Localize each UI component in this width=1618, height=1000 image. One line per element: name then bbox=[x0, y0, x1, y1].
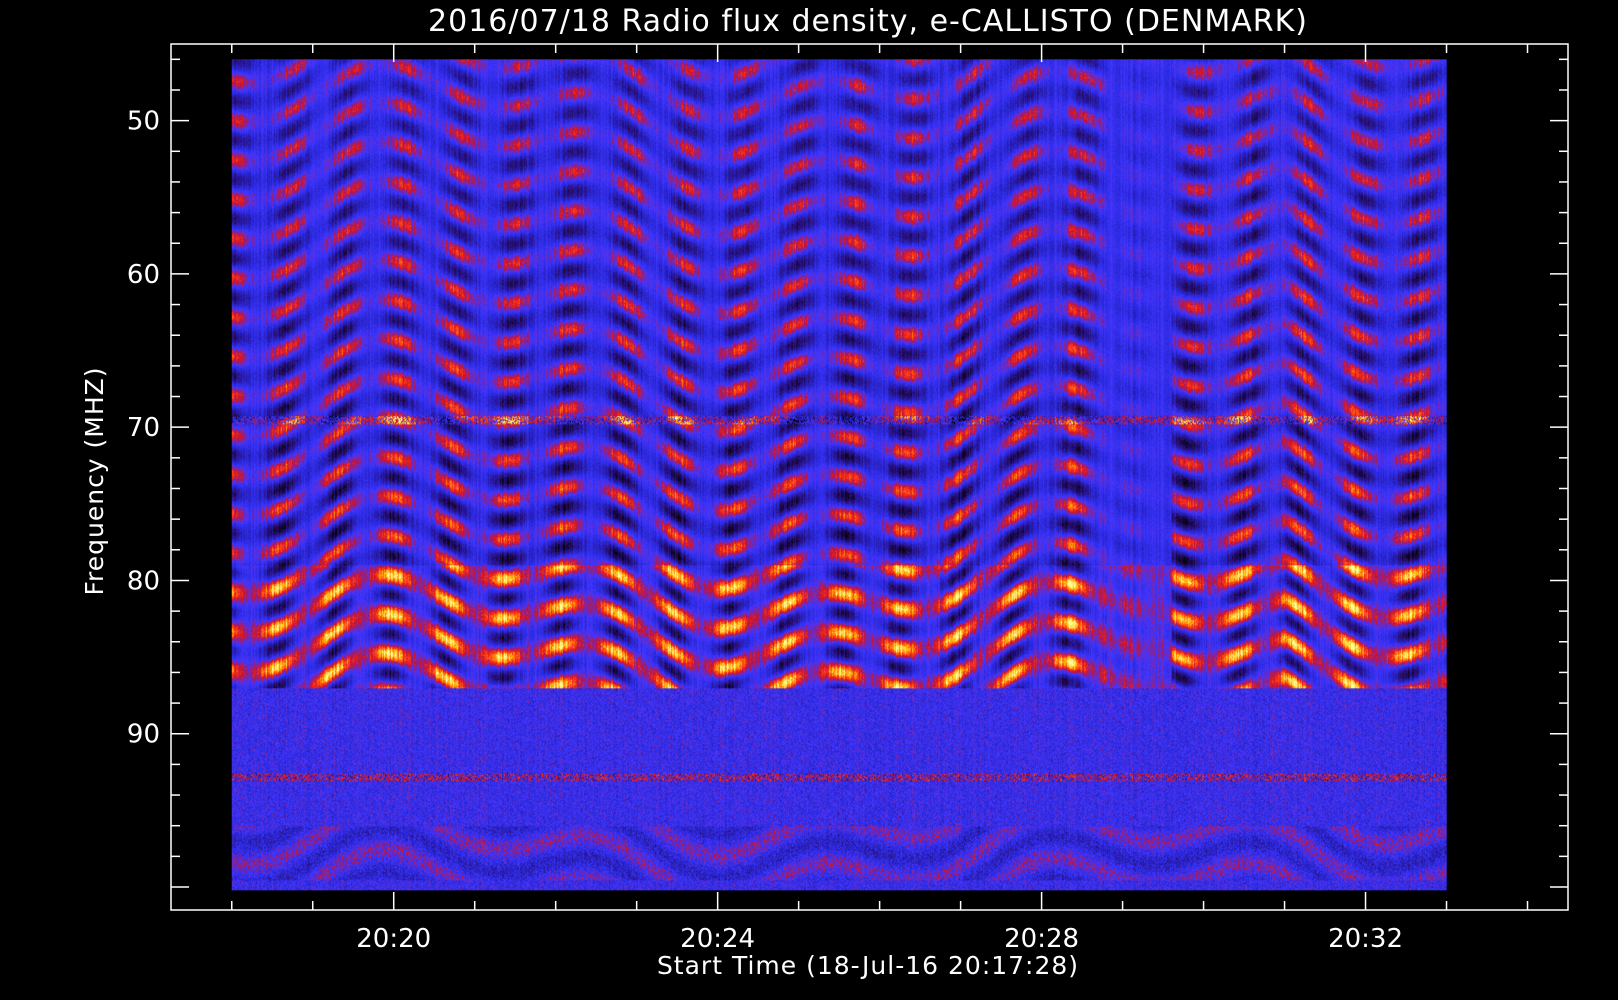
chart-title: 2016/07/18 Radio flux density, e-CALLIST… bbox=[428, 4, 1308, 39]
spectrogram-chart: 2016/07/18 Radio flux density, e-CALLIST… bbox=[0, 0, 1618, 1000]
x-axis-label: Start Time (18-Jul-16 20:17:28) bbox=[657, 951, 1079, 980]
y-tick-label: 60 bbox=[127, 260, 160, 290]
y-axis-label: Frequency (MHZ) bbox=[80, 366, 109, 595]
x-tick-label: 20:24 bbox=[680, 924, 755, 954]
y-tick-label: 90 bbox=[127, 720, 160, 750]
y-tick-label: 80 bbox=[127, 566, 160, 596]
x-tick-label: 20:32 bbox=[1328, 924, 1403, 954]
spectrogram-image bbox=[231, 59, 1447, 891]
x-tick-label: 20:20 bbox=[356, 924, 431, 954]
y-tick-label: 70 bbox=[127, 413, 160, 443]
x-tick-label: 20:28 bbox=[1004, 924, 1079, 954]
spectrogram-raster bbox=[231, 59, 1447, 891]
y-tick-label: 50 bbox=[127, 107, 160, 137]
